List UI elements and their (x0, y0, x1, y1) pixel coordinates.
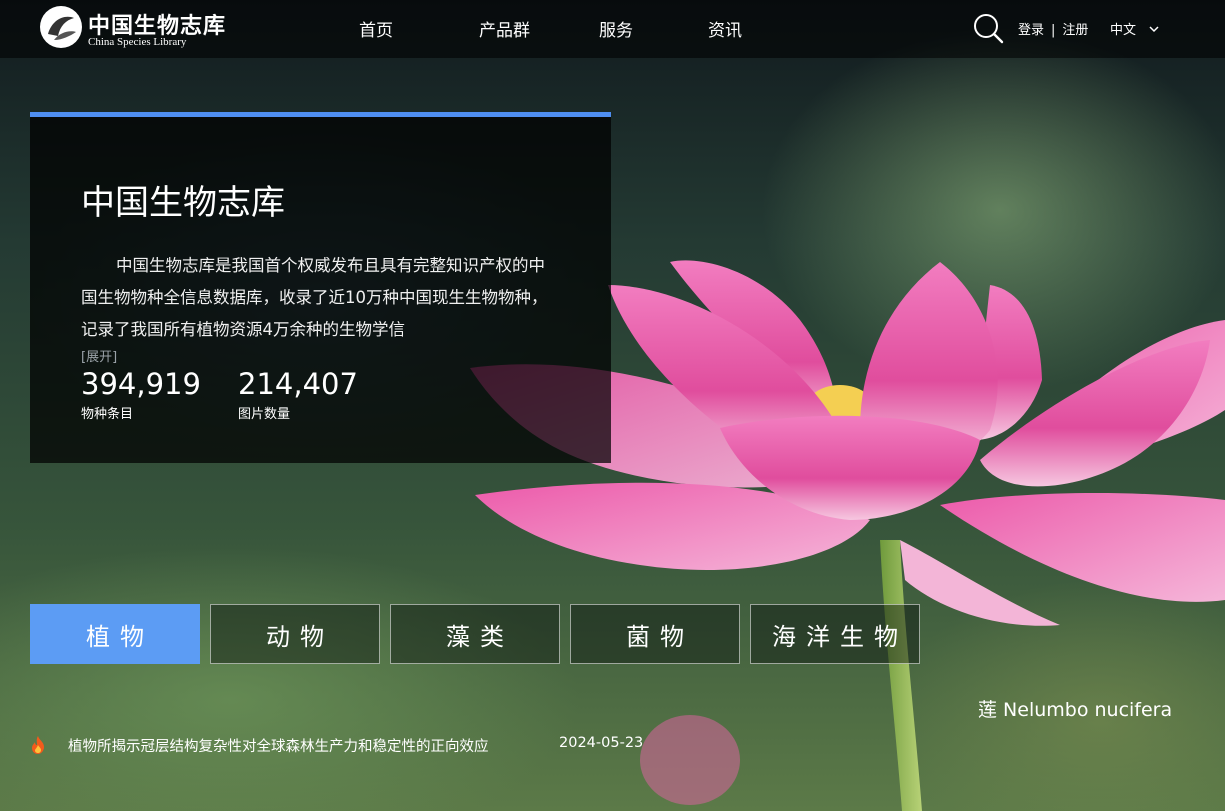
intro-panel: 中国生物志库 中国生物志库是我国首个权威发布且具有完整知识产权的中国生物物种全信… (30, 112, 611, 463)
brand-logo[interactable]: 中国生物志库 China Species Library (40, 6, 225, 52)
nav-services[interactable]: 服务 (599, 16, 633, 41)
intro-description: 中国生物志库是我国首个权威发布且具有完整知识产权的中国生物物种全信息数据库，收录… (81, 256, 548, 339)
nav-news[interactable]: 资讯 (708, 16, 742, 41)
category-marine-button[interactable]: 海洋生物 (750, 604, 920, 664)
logo-icon (40, 6, 82, 48)
logo-text-en: China Species Library (88, 36, 187, 48)
stat-species: 394,919 物种条目 (81, 367, 201, 422)
stat-species-label: 物种条目 (81, 407, 134, 422)
language-selector[interactable]: 中文 (1110, 19, 1136, 38)
stat-images: 214,407 图片数量 (238, 367, 358, 422)
photo-caption: 莲 Nelumbo nucifera (978, 699, 1173, 721)
expand-link[interactable]: [展开] (81, 346, 117, 365)
nav-home[interactable]: 首页 (359, 16, 393, 41)
stat-species-value: 394,919 (81, 367, 201, 401)
category-animals-button[interactable]: 动物 (210, 604, 380, 664)
category-algae-button[interactable]: 藻类 (390, 604, 560, 664)
chevron-down-icon[interactable] (1148, 20, 1160, 33)
auth-links: 登录 | 注册 (1018, 19, 1088, 38)
stat-images-value: 214,407 (238, 367, 358, 401)
page-title: 中国生物志库 (81, 183, 285, 223)
login-link[interactable]: 登录 (1018, 23, 1044, 38)
auth-separator: | (1051, 23, 1056, 38)
news-headline-link[interactable]: 植物所揭示冠层结构复杂性对全球森林生产力和稳定性的正向效应 (68, 735, 489, 756)
search-icon[interactable] (972, 12, 1004, 44)
news-date: 2024-05-23 (559, 735, 644, 751)
category-fungi-button[interactable]: 菌物 (570, 604, 740, 664)
stat-images-label: 图片数量 (238, 407, 291, 422)
category-plants-button[interactable]: 植物 (30, 604, 200, 664)
fire-icon (30, 736, 46, 754)
register-link[interactable]: 注册 (1062, 23, 1088, 38)
nav-products[interactable]: 产品群 (479, 16, 530, 41)
top-header: 中国生物志库 China Species Library 首页 产品群 服务 资… (0, 0, 1225, 58)
